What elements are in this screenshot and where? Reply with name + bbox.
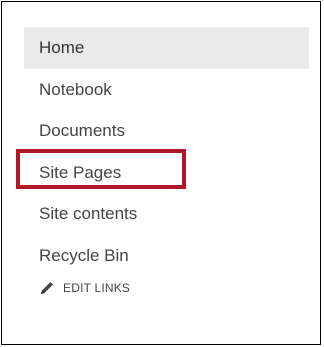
nav-item-site-pages[interactable]: Site Pages bbox=[24, 152, 309, 194]
nav-item-recycle-bin[interactable]: Recycle Bin bbox=[24, 235, 309, 277]
nav-item-documents[interactable]: Documents bbox=[24, 110, 309, 152]
nav-item-site-contents[interactable]: Site contents bbox=[24, 193, 309, 235]
quick-launch-panel: Home Notebook Documents Site Pages Site … bbox=[1, 1, 321, 345]
nav-item-notebook[interactable]: Notebook bbox=[24, 69, 309, 111]
edit-links-button[interactable]: EDIT LINKS bbox=[39, 278, 130, 298]
edit-links-label: EDIT LINKS bbox=[63, 281, 131, 295]
quick-launch-nav: Home Notebook Documents Site Pages Site … bbox=[24, 27, 309, 276]
nav-item-home[interactable]: Home bbox=[24, 27, 309, 69]
pencil-icon bbox=[39, 280, 55, 296]
